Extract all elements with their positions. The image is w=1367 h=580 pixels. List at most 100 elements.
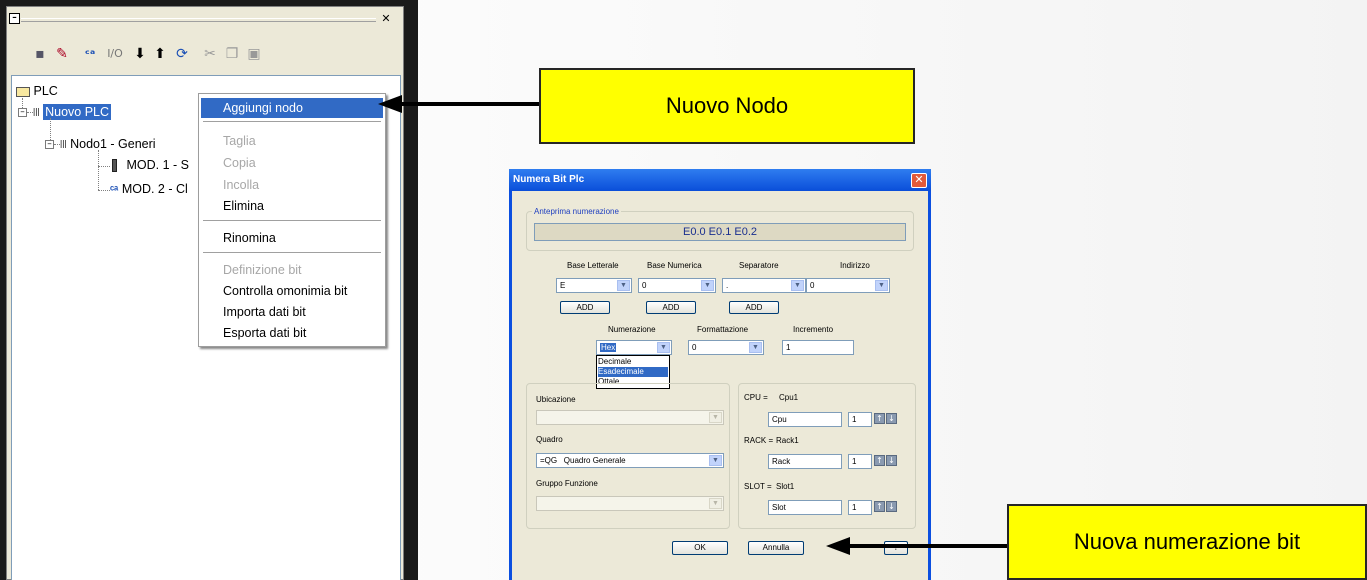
paste-icon[interactable]: ▣ <box>245 45 263 63</box>
arrow-down-icon[interactable]: ↓ <box>886 413 897 424</box>
incremento-label: Incremento <box>793 325 834 334</box>
slot-label: SLOT = <box>744 482 772 491</box>
tree-item-mod1-label: MOD. 1 - S <box>126 158 189 172</box>
menu-item-elimina[interactable]: Elimina <box>201 196 383 216</box>
tree-connector <box>50 118 51 140</box>
cpu-field[interactable]: Cpu <box>768 412 842 427</box>
gruppo-funzione-select[interactable]: ▼ <box>536 496 724 511</box>
add-base-letterale-button[interactable]: ADD <box>560 301 610 314</box>
menu-item-definizione-bit[interactable]: Definizione bit <box>201 260 383 280</box>
separatore-label: Separatore <box>739 261 779 270</box>
arrow-line <box>848 544 1008 548</box>
tree-connector <box>98 190 110 191</box>
drag-grip[interactable] <box>21 18 376 22</box>
slot-count-field[interactable]: 1 <box>848 500 872 515</box>
arrow-up-icon[interactable]: ↑ <box>874 455 885 466</box>
cpu-name: Cpu1 <box>779 393 799 402</box>
callout-nuovo-nodo: Nuovo Nodo <box>539 68 915 144</box>
refresh-icon[interactable]: ⟳ <box>173 45 191 63</box>
arrow-up-icon[interactable]: ↑ <box>874 413 885 424</box>
add-base-numerica-button[interactable]: ADD <box>646 301 696 314</box>
menu-item-taglia[interactable]: Taglia <box>201 131 383 151</box>
ubicazione-label: Ubicazione <box>536 395 576 404</box>
menu-item-copia[interactable]: Copia <box>201 153 383 173</box>
module-icon[interactable]: ᶜᵃ <box>81 45 99 63</box>
collapse-icon[interactable]: – <box>18 108 27 117</box>
quadro-select[interactable]: =QG Quadro Generale ▼ <box>536 453 724 468</box>
base-letterale-select[interactable]: E ▼ <box>556 278 632 293</box>
collapse-icon[interactable]: – <box>45 140 54 149</box>
arrow-down-icon[interactable]: ↓ <box>886 501 897 512</box>
io-button[interactable]: I/O <box>103 45 127 63</box>
arrow-up-icon[interactable]: ↑ <box>874 501 885 512</box>
dialog-title[interactable]: Numera Bit Plc <box>509 169 931 191</box>
menu-item-incolla[interactable]: Incolla <box>201 175 383 195</box>
cpu-label: CPU = <box>744 393 768 402</box>
chevron-down-icon: ▼ <box>657 342 670 353</box>
gruppo-funzione-label: Gruppo Funzione <box>536 479 598 488</box>
tree-item-node1[interactable]: ꔖ Nodo1 - Generi <box>60 137 156 152</box>
tree-connector <box>98 166 110 167</box>
menu-item-importa-dati[interactable]: Importa dati bit <box>201 302 383 322</box>
formattazione-select[interactable]: 0 ▼ <box>688 340 764 355</box>
close-icon[interactable]: ✕ <box>911 173 927 188</box>
tree-item-root[interactable]: PLC <box>16 84 58 98</box>
option-esadecimale[interactable]: Esadecimale <box>598 367 668 377</box>
option-decimale[interactable]: Decimale <box>598 357 668 367</box>
numerazione-value: Hex <box>600 343 617 352</box>
base-letterale-label: Base Letterale <box>567 261 619 270</box>
module-icon: ᶜᵃ <box>110 184 119 196</box>
panel-titlebar[interactable]: – ✕ <box>7 7 403 31</box>
menu-item-rinomina[interactable]: Rinomina <box>201 228 383 248</box>
cut-icon[interactable]: ✂ <box>201 45 219 63</box>
numerazione-select[interactable]: Hex ▼ <box>596 340 672 355</box>
menu-separator <box>203 252 381 254</box>
menu-item-esporta-dati[interactable]: Esporta dati bit <box>201 323 383 343</box>
menu-item-controlla-omonimia[interactable]: Controlla omonimia bit <box>201 281 383 301</box>
ok-button[interactable]: OK <box>672 541 728 555</box>
slot-field[interactable]: Slot <box>768 500 842 515</box>
indirizzo-select[interactable]: 0 ▼ <box>806 278 890 293</box>
indirizzo-value: 0 <box>810 281 815 290</box>
rack-name: Rack1 <box>776 436 799 445</box>
preview-group-label: Anteprima numerazione <box>532 207 621 216</box>
tree-item-node1-label: Nodo1 - Generi <box>70 137 156 151</box>
arrow-down-icon[interactable]: ↓ <box>886 455 897 466</box>
menu-item-aggiungi-nodo[interactable]: Aggiungi nodo <box>201 98 383 118</box>
rack-count-field[interactable]: 1 <box>848 454 872 469</box>
menu-separator <box>203 220 381 222</box>
save-icon[interactable]: ▪ <box>31 45 49 63</box>
rack-field[interactable]: Rack <box>768 454 842 469</box>
copy-icon[interactable]: ❐ <box>223 45 241 63</box>
tree-item-mod1[interactable]: MOD. 1 - S <box>112 158 189 173</box>
incremento-field[interactable]: 1 <box>782 340 854 355</box>
move-up-icon[interactable]: ⬆ <box>151 45 169 63</box>
tree-item-mod2[interactable]: ᶜᵃ MOD. 2 - Cl <box>110 182 188 196</box>
tree-connector <box>98 150 99 190</box>
slot-name: Slot1 <box>776 482 795 491</box>
base-numerica-value: 0 <box>642 281 647 290</box>
rack-label: RACK = <box>744 436 774 445</box>
module-card-icon <box>112 159 117 173</box>
context-menu: Aggiungi nodo Taglia Copia Incolla Elimi… <box>198 93 386 347</box>
tree-item-root-label: PLC <box>33 84 58 98</box>
add-separatore-button[interactable]: ADD <box>729 301 779 314</box>
chevron-down-icon: ▼ <box>875 280 888 291</box>
move-down-icon[interactable]: ⬇ <box>131 45 149 63</box>
chevron-down-icon: ▼ <box>749 342 762 353</box>
tree-item-plc[interactable]: ꔖ Nuovo PLC <box>33 104 112 120</box>
base-numerica-select[interactable]: 0 ▼ <box>638 278 716 293</box>
preview-value: E0.0 E0.1 E0.2 <box>534 223 906 241</box>
edit-icon[interactable]: ✎ <box>53 45 71 63</box>
arrow-head-icon <box>378 95 402 113</box>
folder-icon <box>16 86 30 97</box>
cancel-button[interactable]: Annulla <box>748 541 804 555</box>
arrow-head-icon <box>826 537 850 555</box>
close-icon[interactable]: ✕ <box>379 13 393 25</box>
separatore-select[interactable]: . ▼ <box>722 278 806 293</box>
minimize-icon[interactable]: – <box>9 13 20 24</box>
tree-item-plc-label: Nuovo PLC <box>43 104 112 120</box>
ubicazione-select[interactable]: ▼ <box>536 410 724 425</box>
chevron-down-icon: ▼ <box>701 280 714 291</box>
cpu-count-field[interactable]: 1 <box>848 412 872 427</box>
